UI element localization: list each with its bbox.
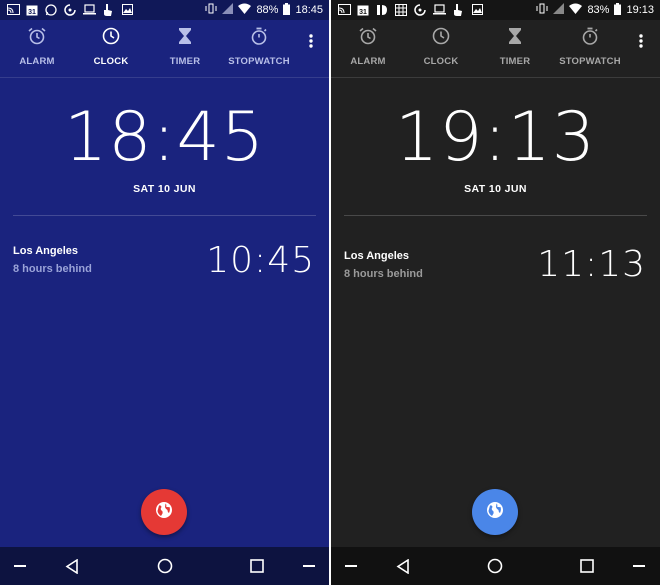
tab-bar: ALARM CLOCK TIMER STOPWATCH — [331, 26, 660, 74]
minimize-icon[interactable] — [343, 558, 359, 574]
alarm-icon — [27, 26, 47, 46]
grid-calendar-icon — [394, 3, 408, 16]
tab-stopwatch[interactable]: STOPWATCH — [555, 26, 625, 67]
cast-icon — [337, 3, 351, 16]
minimize-icon[interactable] — [12, 558, 28, 574]
status-time: 19:13 — [626, 4, 654, 16]
whatsapp-icon — [44, 3, 58, 16]
touch-icon — [101, 3, 115, 16]
hourglass-icon — [175, 26, 195, 46]
navigation-bar — [331, 547, 660, 585]
status-bar: 31 88% 18:45 — [0, 0, 329, 20]
battery-icon — [614, 2, 622, 18]
back-button[interactable] — [64, 558, 80, 574]
clock-icon — [431, 26, 451, 46]
stopwatch-icon — [249, 26, 269, 46]
battery-percent: 88% — [256, 4, 279, 16]
main-clock-time: 19:13 — [395, 98, 596, 177]
city-time: 10:45 — [206, 240, 315, 281]
add-city-button[interactable] — [141, 489, 187, 535]
minimize-icon-right[interactable] — [631, 558, 647, 574]
recents-button[interactable] — [249, 558, 265, 574]
battery-icon — [283, 2, 291, 18]
data-usage-icon — [375, 3, 389, 16]
tab-stopwatch-label: STOPWATCH — [559, 56, 621, 67]
calendar-icon: 31 — [356, 3, 370, 16]
tab-timer[interactable]: TIMER — [150, 26, 220, 67]
laptop-icon — [432, 3, 446, 16]
laptop-icon — [82, 3, 96, 16]
city-name: Los Angeles — [13, 245, 78, 257]
vibrate-icon — [205, 3, 217, 17]
clock-screen-dark-theme: 31 83% 19:13 ALARM CLOCK TIMER STOPWATCH… — [331, 0, 660, 585]
tab-clock[interactable]: CLOCK — [406, 26, 476, 67]
hourglass-icon — [505, 26, 525, 46]
calendar-icon: 31 — [25, 3, 39, 16]
tab-clock[interactable]: CLOCK — [76, 26, 146, 67]
tab-stopwatch-label: STOPWATCH — [228, 56, 290, 67]
tab-alarm[interactable]: ALARM — [2, 26, 72, 67]
tab-alarm[interactable]: ALARM — [333, 26, 403, 67]
section-divider — [13, 215, 316, 216]
minimize-icon-right[interactable] — [301, 558, 317, 574]
touch-icon — [451, 3, 465, 16]
status-bar: 31 83% 19:13 — [331, 0, 660, 20]
recents-button[interactable] — [579, 558, 595, 574]
main-clock-date: SAT 10 JUN — [464, 183, 527, 195]
wifi-icon — [569, 3, 583, 17]
stopwatch-icon — [580, 26, 600, 46]
alarm-icon — [358, 26, 378, 46]
main-clock-time: 18:45 — [64, 98, 265, 177]
city-name: Los Angeles — [344, 250, 409, 262]
add-city-button[interactable] — [472, 489, 518, 535]
clock-screen-blue-theme: 31 88% 18:45 ALARM CLOCK TIMER STOPWATCH… — [0, 0, 329, 585]
svg-text:31: 31 — [28, 9, 36, 16]
tab-timer[interactable]: TIMER — [480, 26, 550, 67]
tab-bar: ALARM CLOCK TIMER STOPWATCH — [0, 26, 329, 74]
tab-stopwatch[interactable]: STOPWATCH — [224, 26, 294, 67]
tab-clock-label: CLOCK — [423, 56, 459, 67]
clock-icon — [101, 26, 121, 46]
home-button[interactable] — [487, 558, 503, 574]
globe-icon — [155, 501, 173, 524]
battery-percent: 83% — [587, 4, 610, 16]
city-offset: 8 hours behind — [13, 263, 92, 275]
no-sim-icon — [222, 3, 234, 17]
main-clock-date: SAT 10 JUN — [133, 183, 196, 195]
wifi-icon — [238, 3, 252, 17]
more-options-icon[interactable] — [638, 33, 644, 49]
globe-icon — [486, 501, 504, 524]
back-button[interactable] — [395, 558, 411, 574]
city-time: 11:13 — [537, 244, 646, 285]
home-button[interactable] — [157, 558, 173, 574]
tab-divider — [0, 77, 329, 78]
tab-clock-label: CLOCK — [93, 56, 129, 67]
tab-timer-label: TIMER — [499, 56, 531, 67]
tab-divider — [331, 77, 660, 78]
vibrate-icon — [536, 3, 548, 17]
svg-text:31: 31 — [359, 9, 367, 16]
section-divider — [344, 215, 647, 216]
image-icon — [120, 3, 134, 16]
tab-timer-label: TIMER — [169, 56, 201, 67]
status-time: 18:45 — [295, 4, 323, 16]
no-sim-icon — [553, 3, 565, 17]
city-offset: 8 hours behind — [344, 268, 423, 280]
more-options-icon[interactable] — [308, 33, 314, 49]
cast-icon — [6, 3, 20, 16]
sync-icon — [63, 3, 77, 16]
image-icon — [470, 3, 484, 16]
navigation-bar — [0, 547, 329, 585]
sync-icon — [413, 3, 427, 16]
tab-alarm-label: ALARM — [19, 56, 55, 67]
tab-alarm-label: ALARM — [350, 56, 386, 67]
